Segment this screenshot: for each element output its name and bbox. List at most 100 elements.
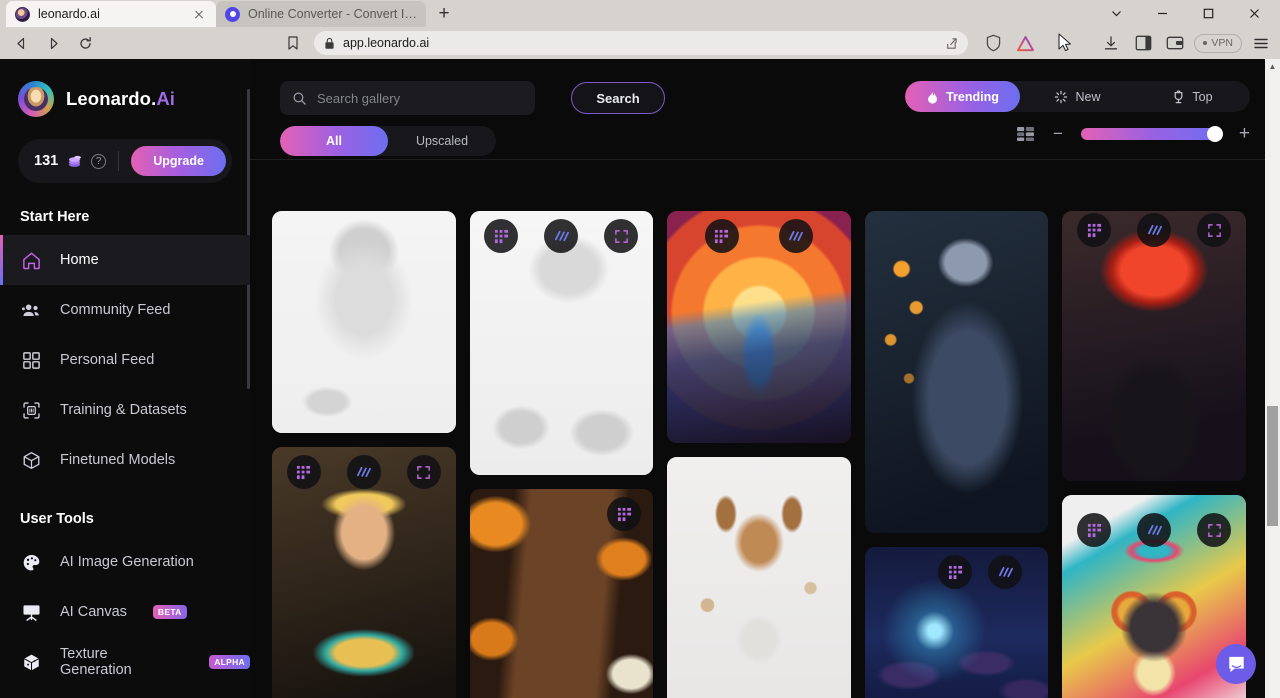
layout-grid-icon[interactable] <box>1016 126 1035 142</box>
brand-name: Leonardo.Ai <box>66 88 175 110</box>
search-input[interactable] <box>317 91 523 106</box>
hamburger-menu-icon[interactable] <box>1248 30 1274 56</box>
intercom-chat-icon[interactable] <box>1216 644 1256 684</box>
page-scrollbar[interactable]: ▲ <box>1265 59 1280 698</box>
card-actions <box>1077 213 1231 247</box>
gallery-card-redhair[interactable] <box>1062 211 1246 481</box>
sidebar-item-finetuned-models[interactable]: Finetuned Models <box>0 435 250 485</box>
minimize-button[interactable] <box>1140 0 1184 27</box>
gallery-card-witch[interactable] <box>470 211 654 475</box>
sidebar-item-texture-generation[interactable]: Texture Generation ALPHA <box>0 637 250 687</box>
brave-wallet-icon[interactable] <box>1162 30 1188 56</box>
card-actions <box>938 555 1022 589</box>
scrollbar-thumb[interactable] <box>1267 406 1278 526</box>
brand-logo-row[interactable]: Leonardo.Ai <box>0 73 250 117</box>
zoom-slider-knob[interactable] <box>1207 126 1223 142</box>
sidebar-item-ai-image-generation[interactable]: AI Image Generation <box>0 537 250 587</box>
tab-new[interactable]: New <box>1020 81 1135 112</box>
upscale-icon[interactable] <box>705 219 739 253</box>
sidebar-item-label: Personal Feed <box>60 352 154 368</box>
palette-icon <box>20 551 43 574</box>
flame-icon <box>926 90 939 104</box>
tab-title: Online Converter - Convert Image, Vid <box>248 7 417 21</box>
expand-icon[interactable] <box>407 455 441 489</box>
share-icon[interactable] <box>943 36 958 51</box>
gallery-card-kitten[interactable] <box>272 211 456 433</box>
variations-icon[interactable] <box>1137 213 1171 247</box>
gallery-card-queen[interactable] <box>272 447 456 698</box>
image-gallery[interactable] <box>250 211 1266 698</box>
tab-search-chevron-down-icon[interactable] <box>1094 0 1138 27</box>
zoom-in-button[interactable]: + <box>1239 124 1250 143</box>
help-icon[interactable]: ? <box>91 154 106 169</box>
gallery-card-giraffe[interactable] <box>667 211 851 443</box>
web-page: Leonardo.Ai 131 ? Upgrade Start Here Hom… <box>0 59 1280 698</box>
zoom-slider[interactable] <box>1081 128 1221 140</box>
downloads-icon[interactable] <box>1098 30 1124 56</box>
home-icon <box>20 249 43 272</box>
upscale-icon[interactable] <box>938 555 972 589</box>
tab-top[interactable]: Top <box>1135 81 1250 112</box>
variations-icon[interactable] <box>779 219 813 253</box>
brave-leo-icon[interactable] <box>1012 30 1038 56</box>
forward-icon[interactable] <box>38 30 68 56</box>
sidebar-section-user-tools: User Tools <box>0 485 250 537</box>
texture-cube-icon <box>20 651 43 674</box>
browser-toolbar-icons: VPN <box>974 30 1274 56</box>
upgrade-button[interactable]: Upgrade <box>131 146 226 176</box>
gallery-card-dog[interactable] <box>667 457 851 698</box>
scrollbar-track[interactable] <box>1267 76 1278 681</box>
gallery-column <box>470 211 654 698</box>
gallery-card-forest[interactable] <box>865 547 1049 698</box>
sidebar-item-label: AI Canvas <box>60 604 127 620</box>
app-sidebar: Leonardo.Ai 131 ? Upgrade Start Here Hom… <box>0 59 250 698</box>
brave-shields-icon[interactable] <box>980 30 1006 56</box>
expand-icon[interactable] <box>1197 213 1231 247</box>
reload-icon[interactable] <box>70 30 100 56</box>
search-input-wrapper[interactable] <box>280 81 535 115</box>
upscale-icon[interactable] <box>1077 213 1111 247</box>
sidebar-item-community-feed[interactable]: Community Feed <box>0 285 250 335</box>
card-actions <box>705 219 813 253</box>
upscale-icon[interactable] <box>1077 513 1111 547</box>
browser-tab-leonardo[interactable]: leonardo.ai <box>6 1 216 27</box>
tab-upscaled[interactable]: Upscaled <box>388 126 496 156</box>
sidebar-icon[interactable] <box>1130 30 1156 56</box>
browser-tab-converter[interactable]: Online Converter - Convert Image, Vid <box>216 1 426 27</box>
zoom-out-button[interactable]: − <box>1053 125 1063 142</box>
upscale-icon[interactable] <box>484 219 518 253</box>
gallery-card-panther[interactable] <box>865 211 1049 533</box>
variations-icon[interactable] <box>544 219 578 253</box>
scroll-up-arrow[interactable]: ▲ <box>1265 59 1280 74</box>
vpn-status-dot <box>1203 41 1207 45</box>
address-bar[interactable]: app.leonardo.ai <box>314 31 968 55</box>
converter-favicon <box>225 7 240 22</box>
variations-icon[interactable] <box>988 555 1022 589</box>
sidebar-item-ai-canvas[interactable]: AI Canvas BETA <box>0 587 250 637</box>
vpn-button[interactable]: VPN <box>1194 34 1242 53</box>
upscale-icon[interactable] <box>607 497 641 531</box>
sidebar-item-home[interactable]: Home <box>0 235 250 285</box>
tab-trending[interactable]: Trending <box>905 81 1020 112</box>
browser-window: leonardo.ai Online Converter - Convert I… <box>0 0 1280 698</box>
search-button[interactable]: Search <box>571 82 665 114</box>
new-tab-button[interactable]: + <box>430 1 458 27</box>
back-icon[interactable] <box>6 30 36 56</box>
gallery-card-pumpkins[interactable] <box>470 489 654 698</box>
expand-icon[interactable] <box>604 219 638 253</box>
close-window-button[interactable] <box>1232 0 1276 27</box>
maximize-button[interactable] <box>1186 0 1230 27</box>
sidebar-item-training-datasets[interactable]: Training & Datasets <box>0 385 250 435</box>
expand-icon[interactable] <box>1197 513 1231 547</box>
variations-icon[interactable] <box>1137 513 1171 547</box>
variations-icon[interactable] <box>347 455 381 489</box>
close-icon[interactable] <box>191 6 207 22</box>
tab-all[interactable]: All <box>280 126 388 156</box>
sidebar-item-label: Texture Generation <box>60 646 183 678</box>
sidebar-item-label: Finetuned Models <box>60 452 175 468</box>
token-coin-icon <box>67 155 82 168</box>
filter-tabs: All Upscaled <box>280 126 496 156</box>
bookmark-icon[interactable] <box>278 30 308 56</box>
sidebar-item-personal-feed[interactable]: Personal Feed <box>0 335 250 385</box>
upscale-icon[interactable] <box>287 455 321 489</box>
